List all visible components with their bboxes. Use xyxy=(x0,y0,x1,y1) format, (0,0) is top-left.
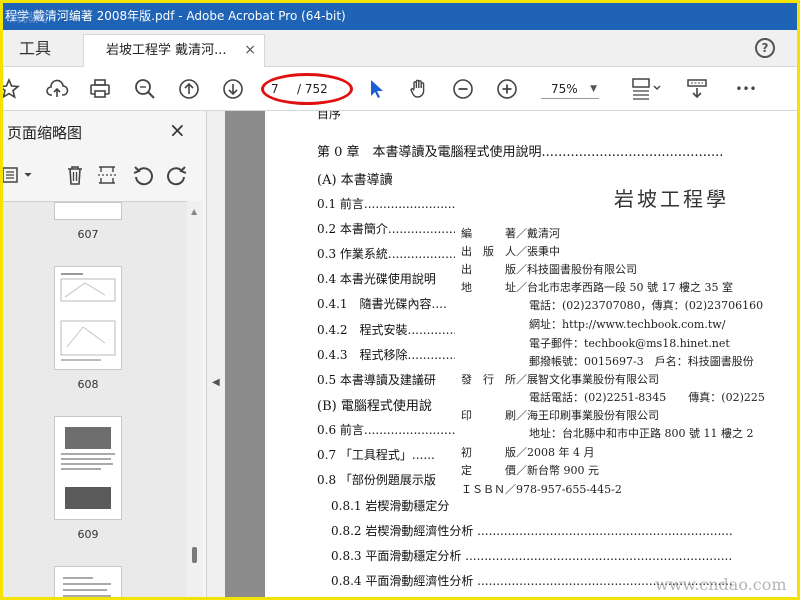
watermark-top-left: 清微网 xyxy=(9,11,49,26)
previous-page-icon[interactable] xyxy=(177,77,201,101)
copyright-line: 出 版／科技圖書股份有限公司 xyxy=(461,263,637,276)
pdf-page: 目序 第 0 章 本書導讀及電腦程式使用說明..................… xyxy=(265,111,797,597)
zoom-in-icon[interactable] xyxy=(495,77,519,101)
toc-line: 0.4.2 程式安裝................ xyxy=(317,323,469,337)
toc-partial-line: 目序 xyxy=(317,111,342,121)
thumbnail-page[interactable] xyxy=(54,202,122,220)
toc-line: 0.7 「工具程式」...... xyxy=(317,448,435,462)
copyright-line: ＩＳＢＮ／978-957-655-445-2 xyxy=(461,483,622,496)
tab-document[interactable]: 岩坡工程学 戴清河... × xyxy=(83,34,265,67)
copyright-line: 編 著／戴清河 xyxy=(461,227,560,240)
window-title-bar: 程学 戴清河编著 2008年版.pdf - Adobe Acrobat Pro … xyxy=(3,3,797,30)
bookmark-star-icon[interactable] xyxy=(3,77,21,101)
chevron-down-icon: ▼ xyxy=(590,84,597,94)
window-title: 程学 戴清河编著 2008年版.pdf - Adobe Acrobat Pro … xyxy=(5,9,346,23)
page-number-field[interactable]: 7 / 752 xyxy=(265,77,347,101)
copyright-line: 出 版 人／張秉中 xyxy=(461,245,560,258)
copyright-line: 印 刷／海王印刷事業股份有限公司 xyxy=(461,409,659,422)
toc-line: 0.8.1 岩楔滑動穩定分 xyxy=(331,499,450,513)
help-icon[interactable]: ? xyxy=(755,38,775,58)
toc-line: 0.4.1 隨書光碟內容.... xyxy=(317,297,447,311)
cloud-upload-icon[interactable] xyxy=(45,77,69,101)
copyright-line: 地 址／台北市忠孝西路一段 50 號 17 樓之 35 室 xyxy=(461,281,733,294)
toc-line: 0.8.2 岩楔滑動經濟性分析 ........................… xyxy=(331,524,733,538)
toc-line: 0.8.3 平面滑動穩定分析 .........................… xyxy=(331,549,733,563)
zoom-search-icon[interactable] xyxy=(133,77,157,101)
toc-line: 0.5 本書導讀及建議研 xyxy=(317,373,436,387)
thumbnail-sidebar: 页面缩略图 × 607 608 609 ▲ xyxy=(3,111,207,597)
toc-line: 0.4.3 程式移除................ xyxy=(317,348,469,362)
thumbnail-scrollbar[interactable]: ▲ xyxy=(187,201,203,597)
rotate-clockwise-icon[interactable] xyxy=(165,163,189,187)
copyright-line: 定 價／新台幣 900 元 xyxy=(461,464,599,477)
total-pages: / 752 xyxy=(297,82,328,96)
select-cursor-icon[interactable] xyxy=(365,77,389,101)
copyright-line: 發 行 所／展智文化事業股份有限公司 xyxy=(461,373,659,386)
next-page-icon[interactable] xyxy=(221,77,245,101)
toc-line: 0.8 「部份例題展示版 xyxy=(317,473,436,487)
tab-tools[interactable]: 工具 xyxy=(3,30,73,67)
zoom-out-icon[interactable] xyxy=(451,77,475,101)
document-view[interactable]: 目序 第 0 章 本書導讀及電腦程式使用說明..................… xyxy=(225,111,797,597)
copyright-line: 郵撥帳號：0015697-3 戶名：科技圖書股份 xyxy=(529,355,754,368)
toc-line: 0.4 本書光碟使用說明 xyxy=(317,272,436,286)
thumbnail-page[interactable] xyxy=(54,266,122,370)
zoom-level-select[interactable]: 75% ▼ xyxy=(541,79,599,99)
copyright-line: 網址：http://www.techbook.com.tw/ xyxy=(529,318,726,331)
print-icon[interactable] xyxy=(88,77,112,101)
current-page-input[interactable]: 7 xyxy=(271,77,279,101)
toc-line: (A) 本書導讀 xyxy=(317,173,393,188)
thumbnail-label: 607 xyxy=(77,228,99,241)
sidebar-toolbar xyxy=(3,159,203,193)
thumbnail-list: 607 608 609 xyxy=(3,201,187,597)
sidebar-close-icon[interactable]: × xyxy=(169,118,186,142)
thumbnail-label: 608 xyxy=(77,378,99,391)
thumbnail-label: 609 xyxy=(77,528,99,541)
copyright-line: 地址：台北縣中和市中正路 800 號 11 樓之 2 xyxy=(529,427,754,440)
tab-bar: 工具 岩坡工程学 戴清河... × ? xyxy=(3,30,797,67)
screenshot-frame: 程学 戴清河编著 2008年版.pdf - Adobe Acrobat Pro … xyxy=(0,0,800,600)
copyright-line: 電話電話：(02)2251-8345 傳真：(02)225 xyxy=(529,391,765,404)
scrollbar-thumb[interactable] xyxy=(192,547,197,563)
rotate-counterclockwise-icon[interactable] xyxy=(131,163,155,187)
comment-tool-icon[interactable] xyxy=(685,77,709,101)
thumbnail-options-icon[interactable] xyxy=(3,163,37,187)
scroll-up-icon[interactable]: ▲ xyxy=(191,207,197,216)
copyright-book-title: 岩坡工程學 xyxy=(614,187,729,211)
thumbnail-page[interactable] xyxy=(54,566,122,597)
tab-document-label: 岩坡工程学 戴清河... xyxy=(106,43,227,58)
copyright-line: 電子郵件：techbook@ms18.hinet.net xyxy=(529,337,730,350)
thumbnail-page[interactable] xyxy=(54,416,122,520)
extract-pages-icon[interactable] xyxy=(95,163,119,187)
more-tools-icon[interactable]: ••• xyxy=(731,77,761,101)
delete-page-icon[interactable] xyxy=(63,163,87,187)
toc-line: (B) 電腦程式使用說 xyxy=(317,399,432,414)
main-toolbar: 7 / 752 75% ▼ ••• xyxy=(3,67,797,111)
copyright-line: 初 版／2008 年 4 月 xyxy=(461,446,595,459)
close-icon[interactable]: × xyxy=(244,35,256,66)
copyright-line: 電話：(02)23707080，傳真：(02)23706160 xyxy=(529,299,764,312)
zoom-level-value: 75% xyxy=(551,82,578,96)
copyright-overlay: 岩坡工程學 編 著／戴清河 出 版 人／張秉中 出 版／科技圖書股份有限公司 地… xyxy=(455,171,797,511)
collapse-sidebar-icon[interactable]: ◀ xyxy=(212,377,220,388)
sidebar-title: 页面缩略图 xyxy=(7,124,83,142)
sidebar-collapse-strip[interactable]: ◀ xyxy=(207,111,225,597)
fit-page-icon[interactable] xyxy=(631,77,665,101)
toc-line: 第 0 章 本書導讀及電腦程式使用說明.....................… xyxy=(317,145,724,160)
watermark-bottom-right: www.cndao.com xyxy=(655,575,787,594)
hand-tool-icon[interactable] xyxy=(407,77,431,101)
